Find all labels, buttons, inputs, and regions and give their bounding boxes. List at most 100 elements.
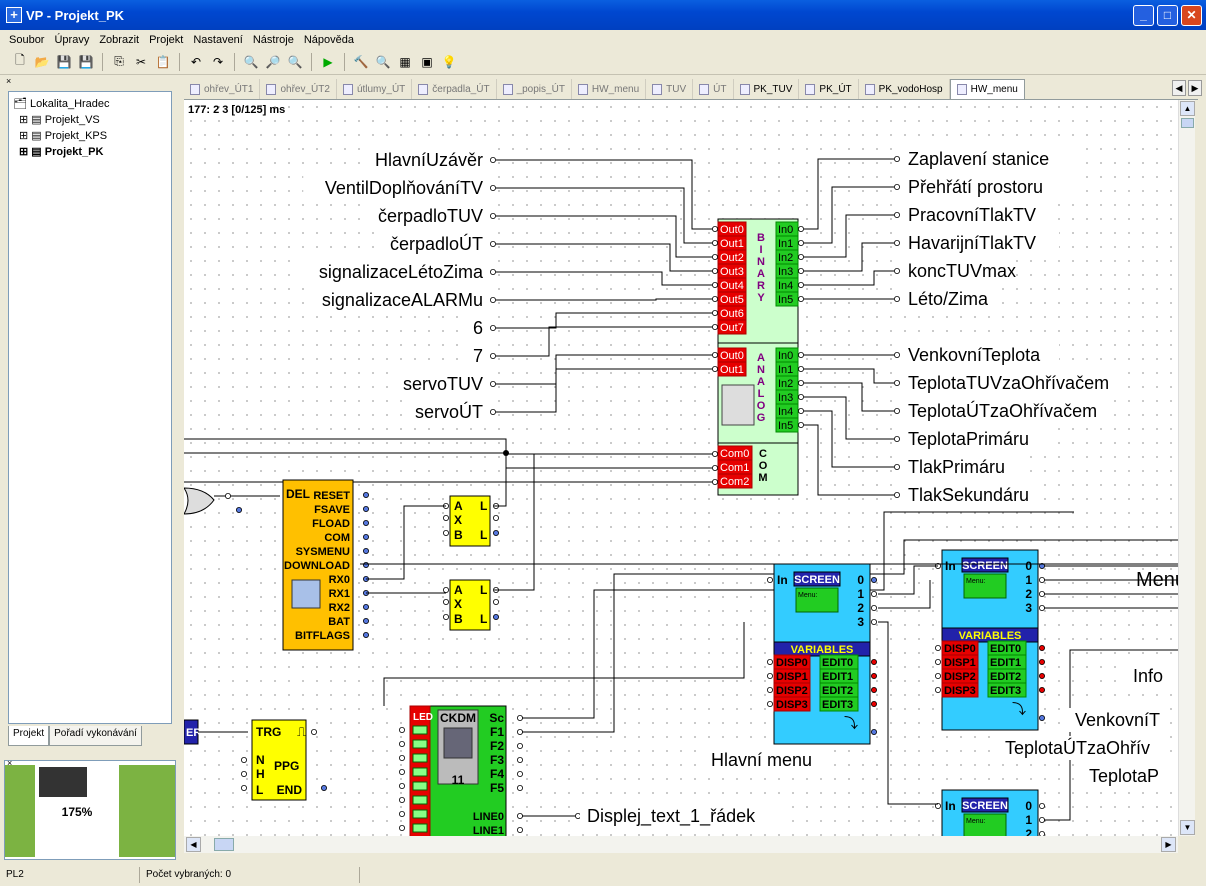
doc-tab[interactable]: PK_ÚT (799, 79, 859, 99)
sys-pin-label: COM (324, 532, 350, 544)
doc-tab-active[interactable]: HW_menu (949, 79, 1025, 99)
pin (894, 351, 901, 358)
window-icon[interactable]: ▣ (417, 52, 437, 72)
pin (767, 673, 774, 680)
new-icon[interactable]: 🗋 (10, 52, 30, 72)
tree-item-vs[interactable]: ⊞ ▤ Projekt_VS (13, 112, 167, 128)
vertical-scrollbar[interactable]: ▲ ▼ (1178, 100, 1195, 836)
ppg-name: PPG (274, 759, 299, 773)
screen-out-label: 1 (1025, 573, 1032, 587)
sys-pin-label: BITFLAGS (295, 630, 350, 642)
doc-tab[interactable]: čerpadla_ÚT (412, 79, 497, 99)
ckdm-out-label: F2 (490, 739, 504, 753)
zoom-fit-icon[interactable]: 🔍 (285, 52, 305, 72)
pin (492, 614, 499, 621)
zoom-out-icon[interactable]: 🔎 (263, 52, 283, 72)
tree-item-pk[interactable]: ⊞ ▤ Projekt_PK (13, 144, 167, 160)
redo-icon[interactable]: ↷ (208, 52, 228, 72)
maximize-button[interactable]: □ (1157, 5, 1178, 26)
doc-tab[interactable]: PK_TUV (734, 79, 800, 99)
binary-in-label: In4 (778, 280, 793, 292)
menu-nastaveni[interactable]: Nastavení (188, 34, 248, 46)
pin (516, 715, 523, 722)
doc-tab[interactable]: ohřev_ÚT1 (184, 79, 261, 99)
pin (398, 797, 405, 804)
paste-icon[interactable]: 📋 (153, 52, 173, 72)
screen-out-label: 3 (1025, 601, 1032, 615)
tab-left-arrow-icon[interactable]: ◀ (1172, 80, 1186, 96)
variables-label: VARIABLES (791, 644, 854, 656)
pin (398, 811, 405, 818)
er-label: ER (186, 727, 201, 739)
cut-icon[interactable]: ✂ (131, 52, 151, 72)
scroll-up-icon[interactable]: ▲ (1180, 101, 1195, 116)
pin (712, 267, 719, 274)
led (412, 823, 428, 833)
doc-tab[interactable]: ÚT (693, 79, 734, 99)
menu-soubor[interactable]: Soubor (4, 34, 49, 46)
disp-label: DISP3 (944, 685, 976, 697)
scroll-left-icon[interactable]: ◀ (186, 837, 201, 852)
com-title: M (758, 472, 767, 484)
bulb-icon[interactable]: 💡 (439, 52, 459, 72)
run-icon[interactable]: ▶ (318, 52, 338, 72)
binary-title: I (759, 244, 762, 256)
scroll-right-icon[interactable]: ▶ (1161, 837, 1176, 852)
tree-root[interactable]: 🗂 Lokalita_Hradec (13, 96, 167, 112)
menu-nastroje[interactable]: Nástroje (248, 34, 299, 46)
copy-icon[interactable]: ⎘ (109, 52, 129, 72)
menu-napoveda[interactable]: Nápověda (299, 34, 359, 46)
doc-tab[interactable]: _popis_ÚT (497, 79, 572, 99)
minimize-button[interactable]: _ (1133, 5, 1154, 26)
pin (492, 529, 499, 536)
doc-tab[interactable]: TUV (646, 79, 694, 99)
tab-poradi[interactable]: Pořadí vykonávání (49, 726, 142, 746)
signal-label-right: TlakPrimáru (908, 457, 1005, 477)
minimap[interactable]: × 175% (4, 759, 176, 860)
menu-upravy[interactable]: Úpravy (49, 34, 94, 46)
timer-l2: L (480, 612, 487, 626)
save-icon[interactable]: 💾 (54, 52, 74, 72)
analog-in-label: In3 (778, 392, 793, 404)
search-icon[interactable]: 🔍 (373, 52, 393, 72)
zoom-in-icon[interactable]: 🔍 (241, 52, 261, 72)
window-title: VP - Projekt_PK (26, 7, 125, 23)
doc-tab[interactable]: útlumy_ÚT (337, 79, 413, 99)
doc-tab[interactable]: HW_menu (572, 79, 647, 99)
pin (871, 604, 878, 611)
table-icon[interactable]: ▦ (395, 52, 415, 72)
timer-a: A (454, 583, 463, 597)
pin (894, 491, 901, 498)
info-label: Info (1133, 666, 1163, 686)
close-button[interactable]: ✕ (1181, 5, 1202, 26)
horizontal-scrollbar[interactable]: ◀ ▶ (184, 836, 1178, 853)
analog-in-label: In1 (778, 364, 793, 376)
panel-close-icon[interactable]: × (4, 76, 176, 88)
screen-out-label: 2 (857, 601, 864, 615)
tep-p-label: TeplotaP (1089, 766, 1159, 786)
ppg-n: N (256, 753, 265, 767)
menu-zobrazit[interactable]: Zobrazit (94, 34, 144, 46)
open-icon[interactable]: 📂 (32, 52, 52, 72)
sys-pin-label: DOWNLOAD (284, 560, 350, 572)
ckdm-out-label: F3 (490, 753, 504, 767)
tab-projekt[interactable]: Projekt (8, 726, 50, 746)
tree-item-kps[interactable]: ⊞ ▤ Projekt_KPS (13, 128, 167, 144)
tab-right-arrow-icon[interactable]: ▶ (1188, 80, 1202, 96)
menu-projekt[interactable]: Projekt (144, 34, 188, 46)
sys-pin-label: RESET (313, 490, 350, 502)
pin (516, 771, 523, 778)
binary-in-label: In0 (778, 224, 793, 236)
pin (1039, 604, 1046, 611)
pin (798, 407, 805, 414)
doc-tab[interactable]: PK_vodoHosp (859, 79, 950, 99)
doc-tab[interactable]: ohřev_ÚT2 (260, 79, 337, 99)
tool-icon[interactable]: 🔨 (351, 52, 371, 72)
wire (383, 622, 745, 706)
timer-x: X (454, 513, 462, 527)
save-all-icon[interactable]: 💾 (76, 52, 96, 72)
wire (496, 159, 715, 230)
undo-icon[interactable]: ↶ (186, 52, 206, 72)
scroll-down-icon[interactable]: ▼ (1180, 820, 1195, 835)
diagram-canvas[interactable]: 177: 2 3 [0/125] ms Out0 Out1 Out2 Out3 Out4… (184, 100, 1178, 836)
